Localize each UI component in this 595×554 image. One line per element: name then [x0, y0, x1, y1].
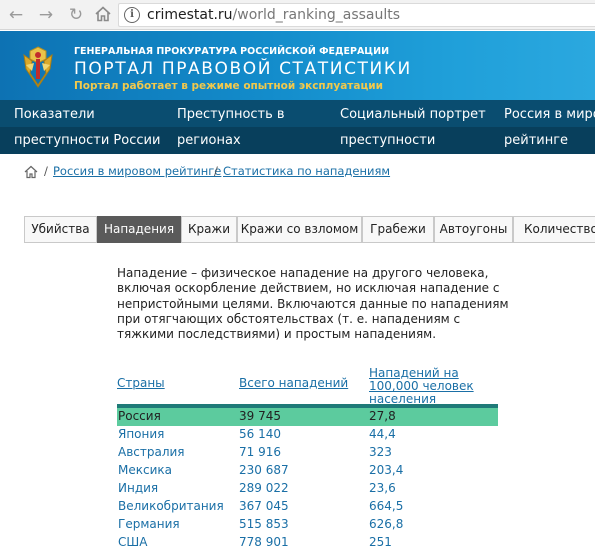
tab-robberies[interactable]: Грабежи [362, 216, 434, 243]
home-icon[interactable] [93, 5, 113, 25]
reload-icon[interactable]: ↻ [66, 5, 86, 25]
total-cell: 515 853 [239, 517, 289, 531]
per100k-cell: 626,8 [369, 517, 404, 531]
country-cell[interactable]: Россия [118, 409, 161, 423]
table-row: США 778 901 251 [117, 534, 498, 552]
total-cell: 289 022 [239, 481, 289, 495]
country-cell[interactable]: Великобритания [118, 499, 224, 513]
tab-count[interactable]: Количество с [513, 216, 595, 243]
country-cell[interactable]: Япония [118, 427, 164, 441]
country-cell[interactable]: Мексика [118, 463, 172, 477]
main-menu: Показатели преступности России Преступнос… [0, 100, 595, 154]
browser-toolbar: ← → ↻ i crimestat.ru/world_ranking_assau… [0, 0, 595, 30]
table-row: Великобритания 367 045 664,5 [117, 498, 498, 516]
url-text: crimestat.ru/world_ranking_assaults [147, 7, 401, 23]
table-row: Мексика 230 687 203,4 [117, 462, 498, 480]
portal-title[interactable]: ПОРТАЛ ПРАВОВОЙ СТАТИСТИКИ [74, 59, 412, 79]
prosecutor-emblem-icon [23, 46, 53, 88]
per100k-cell: 27,8 [369, 409, 396, 423]
back-arrow-icon[interactable]: ← [6, 5, 26, 25]
total-cell: 778 901 [239, 535, 289, 549]
tab-burglaries[interactable]: Кражи со взломом [237, 216, 362, 243]
column-header-per-100k[interactable]: Нападений на 100,000 человек населения [369, 367, 499, 406]
country-cell[interactable]: Германия [118, 517, 180, 531]
tab-assaults[interactable]: Нападения [97, 216, 181, 243]
table-row: Индия 289 022 23,6 [117, 480, 498, 498]
forward-arrow-icon[interactable]: → [36, 5, 56, 25]
country-cell[interactable]: Индия [118, 481, 158, 495]
table-row: Россия 39 745 27,8 [117, 408, 498, 426]
country-cell[interactable]: США [118, 535, 147, 549]
country-cell[interactable]: Австралия [118, 445, 185, 459]
address-bar[interactable]: i crimestat.ru/world_ranking_assaults [118, 3, 595, 27]
per100k-cell: 323 [369, 445, 392, 459]
table-row: Япония 56 140 44,4 [117, 426, 498, 444]
table-row: Германия 515 853 626,8 [117, 516, 498, 534]
table-row: Австралия 71 916 323 [117, 444, 498, 462]
portal-subtitle: Портал работает в режиме опытной эксплуа… [74, 80, 383, 92]
tab-thefts[interactable]: Кражи [181, 216, 237, 243]
total-cell: 367 045 [239, 499, 289, 513]
per100k-cell: 664,5 [369, 499, 404, 513]
per100k-cell: 251 [369, 535, 392, 549]
total-cell: 39 745 [239, 409, 281, 423]
breadcrumb-world-ranking[interactable]: Россия в мировом рейтинге [53, 164, 221, 178]
total-cell: 71 916 [239, 445, 281, 459]
column-header-country[interactable]: Страны [117, 377, 165, 390]
per100k-cell: 23,6 [369, 481, 396, 495]
per100k-cell: 44,4 [369, 427, 396, 441]
info-icon[interactable]: i [124, 7, 140, 23]
breadcrumb-separator: / [214, 164, 218, 178]
breadcrumb-home-icon[interactable] [24, 165, 38, 179]
total-cell: 230 687 [239, 463, 289, 477]
breadcrumb-separator: / [44, 164, 48, 178]
assault-definition: Нападение – физическое нападение на друг… [117, 266, 509, 342]
site-header: ГЕНЕРАЛЬНАЯ ПРОКУРАТУРА РОССИЙСКОЙ ФЕДЕР… [0, 31, 595, 100]
column-header-total[interactable]: Всего нападений [239, 377, 348, 390]
tab-murders[interactable]: Убийства [24, 216, 97, 243]
org-name: ГЕНЕРАЛЬНАЯ ПРОКУРАТУРА РОССИЙСКОЙ ФЕДЕР… [74, 46, 390, 57]
per100k-cell: 203,4 [369, 463, 404, 477]
breadcrumb-assault-stats[interactable]: Статистика по нападениям [223, 164, 390, 178]
tab-car-thefts[interactable]: Автоугоны [434, 216, 513, 243]
total-cell: 56 140 [239, 427, 281, 441]
